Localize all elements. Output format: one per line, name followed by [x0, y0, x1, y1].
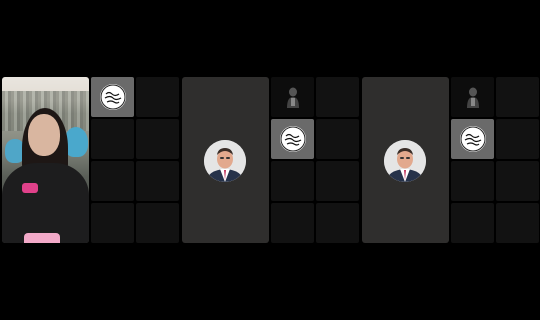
participant-tile-empty	[496, 203, 539, 243]
participant-tile-empty	[496, 119, 539, 159]
participant-tile-logo[interactable]	[91, 77, 134, 117]
camera-feed	[2, 77, 89, 243]
participant-tile-empty	[496, 161, 539, 201]
person-face	[28, 114, 60, 156]
participant-tile-person[interactable]	[451, 77, 494, 117]
participant-grid	[271, 77, 359, 243]
participant-tile-empty	[136, 203, 179, 243]
participant-tile-empty	[496, 77, 539, 117]
logo-badge-icon	[279, 126, 306, 152]
participant-tile-empty	[316, 203, 359, 243]
call-panel-1	[2, 77, 180, 243]
logo-badge-icon	[99, 84, 126, 110]
participant-tile-empty	[316, 161, 359, 201]
participant-tile-logo[interactable]	[271, 119, 314, 159]
participant-tile-empty	[91, 119, 134, 159]
main-video-tile[interactable]	[2, 77, 89, 243]
participant-tile-empty	[91, 203, 134, 243]
participant-grid	[451, 77, 539, 243]
participant-tile-empty	[451, 161, 494, 201]
pink-sleeve	[24, 233, 60, 243]
person-thumbnail-icon	[285, 86, 300, 108]
call-panel-2	[182, 77, 360, 243]
avatar-icon	[204, 140, 246, 182]
participant-tile-empty	[271, 203, 314, 243]
participant-tile-person[interactable]	[271, 77, 314, 117]
avatar-icon	[384, 140, 426, 182]
participant-tile-empty	[451, 203, 494, 243]
main-avatar-tile[interactable]	[182, 77, 269, 243]
call-panel-3	[362, 77, 540, 243]
main-avatar-tile[interactable]	[362, 77, 449, 243]
participant-tile-empty	[316, 119, 359, 159]
person-body	[2, 163, 89, 243]
logo-badge-icon	[459, 126, 486, 152]
participant-tile-empty	[271, 161, 314, 201]
participant-tile-empty	[316, 77, 359, 117]
participant-tile-empty	[91, 161, 134, 201]
person-thumbnail-icon	[465, 86, 480, 108]
shirt-logo	[22, 183, 38, 193]
participant-tile-empty	[136, 77, 179, 117]
participant-grid	[91, 77, 179, 243]
participant-tile-logo[interactable]	[451, 119, 494, 159]
participant-tile-empty	[136, 161, 179, 201]
participant-tile-empty	[136, 119, 179, 159]
video-call-stage	[0, 0, 540, 320]
